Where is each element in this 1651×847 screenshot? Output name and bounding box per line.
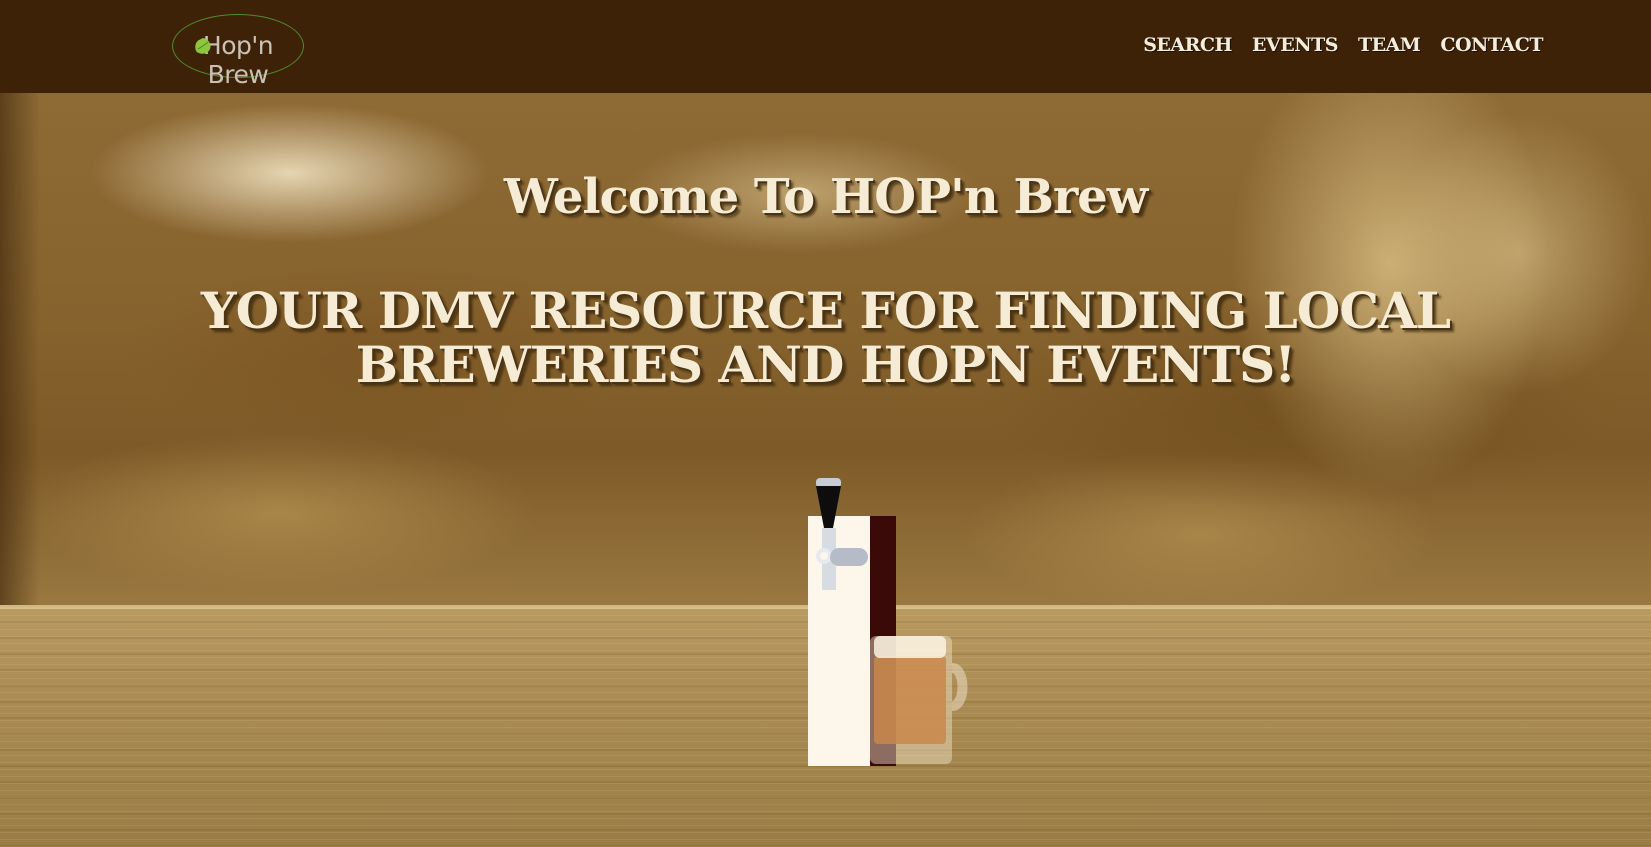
hop-icon bbox=[195, 38, 211, 54]
nav-search-link[interactable]: SEARCH bbox=[1143, 34, 1232, 56]
logo[interactable]: Hop'n Brew bbox=[172, 14, 304, 89]
top-navbar: Hop'n Brew SEARCH EVENTS TEAM CONTACT bbox=[0, 0, 1651, 93]
nav-team-link[interactable]: TEAM bbox=[1358, 34, 1421, 56]
tagline-line-1: YOUR DMV RESOURCE FOR FINDING LOCAL bbox=[200, 281, 1451, 340]
main-nav: SEARCH EVENTS TEAM CONTACT bbox=[1143, 34, 1543, 56]
welcome-heading: Welcome To HOP'n Brew bbox=[503, 169, 1148, 226]
tagline-line-2: BREWERIES AND HOPN EVENTS! bbox=[355, 335, 1297, 394]
tagline-heading: YOUR DMV RESOURCE FOR FINDING LOCAL BREW… bbox=[0, 284, 1651, 392]
nav-events-link[interactable]: EVENTS bbox=[1252, 34, 1338, 56]
beer-tap-and-mug-icon bbox=[808, 478, 968, 766]
nav-contact-link[interactable]: CONTACT bbox=[1440, 34, 1543, 56]
